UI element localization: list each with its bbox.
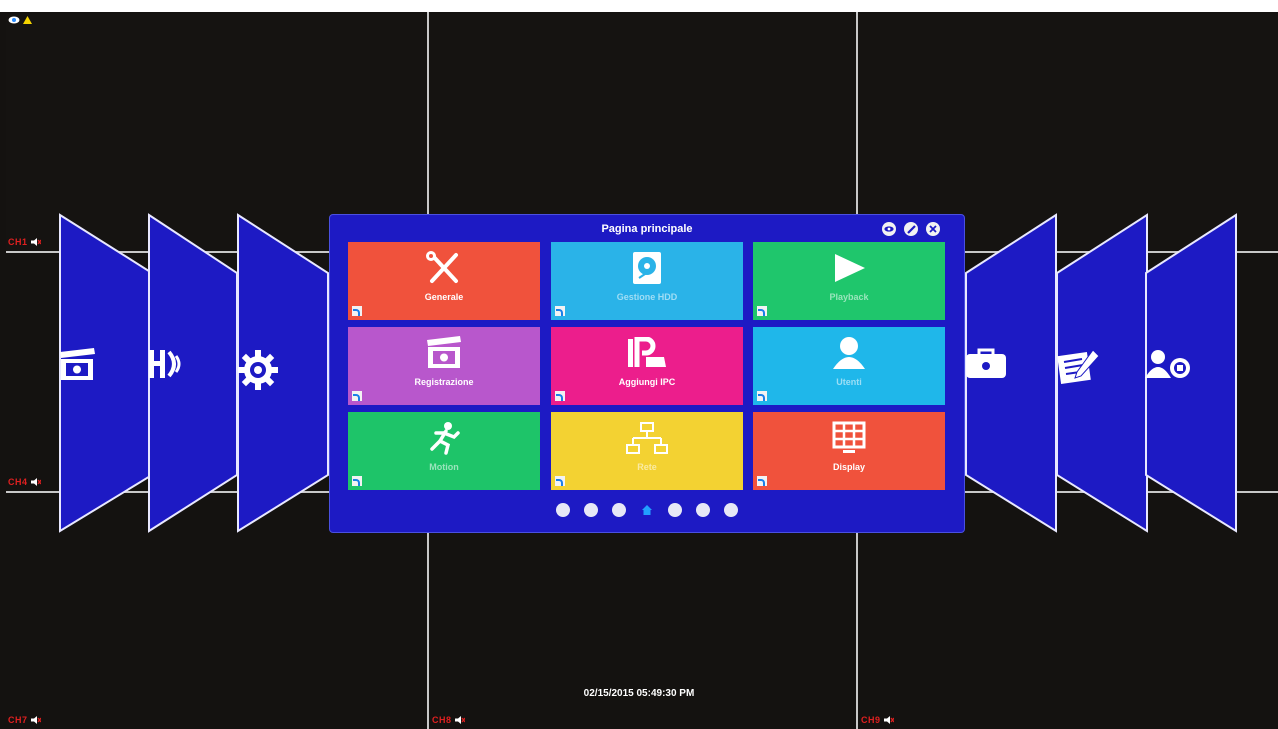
hdd-icon	[631, 250, 663, 286]
display-grid-icon	[831, 420, 867, 456]
page-dot[interactable]	[668, 503, 682, 517]
channel-label-ch8: CH8	[432, 715, 465, 725]
status-indicators	[8, 16, 32, 24]
channel-label-ch1: CH1	[8, 237, 41, 247]
shortcut-icon	[555, 391, 565, 401]
user-settings-icon	[1144, 348, 1238, 398]
side-panel-settings[interactable]	[236, 213, 330, 533]
speaker-muted-icon	[883, 716, 894, 724]
warning-icon	[23, 16, 32, 24]
channel-name: CH9	[861, 715, 881, 725]
clapper-icon	[424, 335, 464, 371]
page-dot-home[interactable]	[640, 503, 654, 517]
tile-label: Utenti	[836, 377, 862, 387]
channel-label-ch4: CH4	[8, 477, 41, 487]
tile-gestione-hdd[interactable]: Gestione HDD	[551, 242, 743, 320]
home-icon	[642, 505, 652, 515]
close-button[interactable]	[926, 222, 940, 236]
pencil-icon	[906, 224, 916, 234]
side-panel-maintenance[interactable]	[964, 213, 1058, 533]
hd-icon	[147, 348, 239, 398]
page-dot[interactable]	[724, 503, 738, 517]
shortcut-icon	[757, 476, 767, 486]
shortcut-icon	[757, 306, 767, 316]
edit-button[interactable]	[904, 222, 918, 236]
side-panel-record[interactable]	[58, 213, 154, 533]
speaker-muted-icon	[30, 478, 41, 486]
toolbox-icon	[964, 348, 1058, 398]
tile-generale[interactable]: Generale	[348, 242, 540, 320]
side-panel-hdd[interactable]	[147, 213, 239, 533]
tile-rete[interactable]: Rete	[551, 412, 743, 490]
dvr-screen: CH1 CH4 CH7 CH8 CH9 Pagina principale Ge…	[0, 0, 1278, 729]
user-icon	[829, 335, 869, 371]
menu-title: Pagina principale	[601, 223, 693, 235]
tile-label: Gestione HDD	[616, 292, 678, 302]
speaker-muted-icon	[30, 238, 41, 246]
shortcut-icon	[352, 476, 362, 486]
tile-label: Registrazione	[414, 377, 474, 387]
menu-window-controls	[882, 222, 940, 236]
channel-name: CH1	[8, 237, 28, 247]
tile-label: Aggiungi IPC	[618, 377, 676, 387]
play-icon	[831, 250, 867, 286]
shortcut-icon	[757, 391, 767, 401]
page-dot[interactable]	[584, 503, 598, 517]
channel-label-ch9: CH9	[861, 715, 894, 725]
shortcut-icon	[352, 306, 362, 316]
page-dot[interactable]	[696, 503, 710, 517]
tile-registrazione[interactable]: Registrazione	[348, 327, 540, 405]
channel-label-ch7: CH7	[8, 715, 41, 725]
page-indicator	[330, 503, 964, 517]
eye-icon	[884, 226, 894, 232]
tile-playback[interactable]: Playback	[753, 242, 945, 320]
clapper-icon	[58, 348, 154, 398]
tile-utenti[interactable]: Utenti	[753, 327, 945, 405]
tile-label: Playback	[829, 292, 869, 302]
close-icon	[929, 225, 937, 233]
tile-motion[interactable]: Motion	[348, 412, 540, 490]
tile-label: Display	[832, 462, 865, 472]
shortcut-icon	[352, 391, 362, 401]
side-panel-users-advanced[interactable]	[1144, 213, 1238, 533]
tile-aggiungi-ipc[interactable]: Aggiungi IPC	[551, 327, 743, 405]
tools-icon	[424, 250, 464, 286]
notepad-pen-icon	[1055, 348, 1149, 398]
ip-camera-icon	[626, 335, 668, 371]
shortcut-icon	[555, 306, 565, 316]
runner-icon	[426, 420, 462, 456]
shortcut-icon	[555, 476, 565, 486]
tile-label: Rete	[637, 462, 657, 472]
tile-display[interactable]: Display	[753, 412, 945, 490]
speaker-muted-icon	[454, 716, 465, 724]
channel-name: CH4	[8, 477, 28, 487]
tile-label: Generale	[424, 292, 464, 302]
side-panel-log[interactable]	[1055, 213, 1149, 533]
eye-button[interactable]	[882, 222, 896, 236]
channel-name: CH7	[8, 715, 28, 725]
speaker-muted-icon	[30, 716, 41, 724]
tile-label: Motion	[429, 462, 459, 472]
channel-name: CH8	[432, 715, 452, 725]
page-dot[interactable]	[556, 503, 570, 517]
gear-icon	[236, 348, 330, 398]
network-icon	[625, 420, 669, 456]
top-border	[0, 0, 1278, 12]
datetime-display: 02/15/2015 05:49:30 PM	[583, 688, 695, 699]
main-menu-dialog: Pagina principale Generale Gestione HDD …	[329, 214, 965, 533]
eye-icon	[8, 16, 20, 24]
page-dot[interactable]	[612, 503, 626, 517]
